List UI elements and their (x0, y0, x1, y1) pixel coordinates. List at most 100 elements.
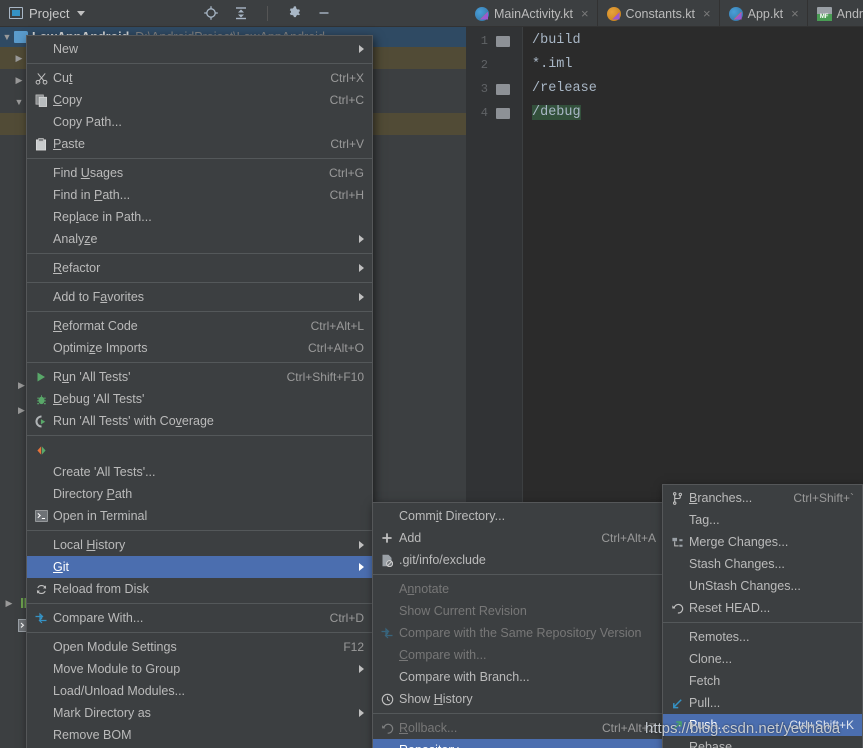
menu-label: Show History (399, 692, 473, 706)
menu-item-rebase[interactable]: Rebase... (663, 736, 862, 748)
menu-item-find-usages[interactable]: Find Usages Ctrl+G (27, 162, 372, 184)
menu-separator (27, 253, 372, 254)
menu-item-add[interactable]: Add Ctrl+Alt+A (373, 527, 664, 549)
menu-item-directory-path[interactable]: Directory Path (27, 483, 372, 505)
menu-item-run-with-coverage[interactable]: Run 'All Tests' with Coverage (27, 410, 372, 432)
editor-tab-constants[interactable]: Constants.kt × (598, 0, 720, 27)
collapse-all-icon[interactable] (233, 5, 249, 21)
menu-item-run-all-tests[interactable]: Run 'All Tests' Ctrl+Shift+F10 (27, 366, 372, 388)
menu-separator (663, 622, 862, 623)
menu-item-show-history[interactable]: Show History (373, 688, 664, 710)
editor-tab-mainactivity[interactable]: MainActivity.kt × (466, 0, 598, 27)
menu-item-open-in-terminal[interactable]: Open in Terminal (27, 505, 372, 527)
menu-item-find-in-path[interactable]: Find in Path... Ctrl+H (27, 184, 372, 206)
copy-icon (29, 92, 53, 108)
menu-item-create-all-tests[interactable] (27, 439, 372, 461)
menu-item-cut[interactable]: Cut Ctrl+X (27, 67, 372, 89)
locate-icon[interactable] (203, 5, 219, 21)
menu-item-compare-with-branch[interactable]: Compare with Branch... (373, 666, 664, 688)
menu-item-tag[interactable]: Tag... (663, 509, 862, 531)
repository-submenu[interactable]: Branches... Ctrl+Shift+` Tag... Merge Ch… (662, 484, 863, 748)
menu-item-move-module-to-group[interactable]: Move Module to Group (27, 658, 372, 680)
menu-item-optimize-imports[interactable]: Optimize Imports Ctrl+Alt+O (27, 337, 372, 359)
menu-accelerator: Ctrl+Alt+L (310, 319, 364, 333)
gutter-line-4: 4 (466, 101, 523, 125)
menu-item-branches[interactable]: Branches... Ctrl+Shift+` (663, 487, 862, 509)
menu-icon-placeholder (29, 727, 53, 743)
menu-item-repository[interactable]: Repository (373, 739, 664, 748)
editor-code[interactable]: /build *.iml /release /debug (532, 29, 597, 125)
code-line-highlighted: /debug (532, 101, 597, 125)
minimize-icon[interactable] (316, 5, 332, 21)
collapsed-arrow-icon[interactable]: ▶ (2, 598, 16, 609)
gutter-line-3: 3 (466, 77, 523, 101)
menu-icon-placeholder (29, 683, 53, 699)
menu-item-copy-path[interactable]: Copy Path... (27, 111, 372, 133)
editor-tab-androidmanifest[interactable]: MF Andr (808, 0, 863, 27)
menu-item-local-history[interactable]: Local History (27, 534, 372, 556)
menu-item-reset-head[interactable]: Reset HEAD... (663, 597, 862, 619)
menu-item-stash-changes[interactable]: Stash Changes... (663, 553, 862, 575)
menu-label: Cut (53, 71, 73, 85)
menu-item-load-unload-modules[interactable]: Load/Unload Modules... (27, 680, 372, 702)
menu-item-commit-directory[interactable]: Commit Directory... (373, 505, 664, 527)
menu-item-refactor[interactable]: Refactor (27, 257, 372, 279)
collapsed-arrow-icon[interactable]: ▶ (12, 53, 26, 64)
close-icon[interactable]: × (791, 6, 799, 21)
menu-icon-placeholder (375, 669, 399, 685)
project-toolwindow-header[interactable]: Project (0, 0, 338, 27)
menu-label: Paste (53, 137, 85, 151)
menu-label: Branches... (689, 491, 753, 505)
menu-item-git-info-exclude[interactable]: .git/info/exclude (373, 549, 664, 571)
toolbar-divider (267, 5, 268, 21)
gear-icon[interactable] (286, 5, 302, 21)
collapsed-arrow-icon[interactable]: ▶ (12, 75, 26, 86)
menu-item-fetch[interactable]: Fetch (663, 670, 862, 692)
menu-item-open-module-settings[interactable]: Open Module Settings F12 (27, 636, 372, 658)
menu-item-unstash-changes[interactable]: UnStash Changes... (663, 575, 862, 597)
menu-label: Find Usages (53, 166, 124, 180)
menu-item-reload-from-disk[interactable]: Reload from Disk (27, 578, 372, 600)
menu-item-remotes[interactable]: Remotes... (663, 626, 862, 648)
menu-accelerator: Ctrl+Shift+F10 (286, 370, 364, 384)
menu-item-clone[interactable]: Clone... (663, 648, 862, 670)
menu-item-replace-in-path[interactable]: Replace in Path... (27, 206, 372, 228)
expanded-arrow-icon[interactable]: ▼ (12, 97, 26, 107)
menu-item-debug-all-tests[interactable]: Debug 'All Tests' (27, 388, 372, 410)
tree-row[interactable]: ▶ (18, 377, 25, 391)
menu-label: Directory Path (53, 487, 133, 501)
expanded-arrow-icon[interactable]: ▼ (0, 32, 14, 42)
collapsed-arrow-icon[interactable]: ▶ (18, 405, 25, 415)
menu-icon-placeholder (29, 639, 53, 655)
editor-tab-app[interactable]: App.kt × (720, 0, 808, 27)
menu-item-pull[interactable]: Pull... (663, 692, 862, 714)
chevron-down-icon[interactable] (77, 10, 86, 16)
close-icon[interactable]: × (703, 6, 711, 21)
menu-label: Add to Favorites (53, 290, 145, 304)
menu-item-reformat-code[interactable]: Reformat Code Ctrl+Alt+L (27, 315, 372, 337)
menu-label: Compare with the Same Repository Version (399, 626, 642, 640)
menu-item-remove-bom[interactable]: Remove BOM (27, 724, 372, 746)
context-menu[interactable]: New Cut Ctrl+X Copy Ctrl+C Copy Path... (26, 35, 373, 748)
kotlin-class-icon (475, 6, 489, 21)
tree-row[interactable]: ▶ (18, 402, 25, 416)
menu-item-compare-with[interactable]: Compare With... Ctrl+D (27, 607, 372, 629)
menu-item-mark-directory-as[interactable]: Mark Directory as (27, 702, 372, 724)
menu-icon-placeholder (29, 486, 53, 502)
menu-label: Copy (53, 93, 83, 107)
menu-item-add-to-favorites[interactable]: Add to Favorites (27, 286, 372, 308)
menu-item-analyze[interactable]: Analyze (27, 228, 372, 250)
menu-item-show-in-explorer[interactable]: Create 'All Tests'... (27, 461, 372, 483)
menu-item-merge-changes[interactable]: Merge Changes... (663, 531, 862, 553)
run-icon (29, 369, 53, 385)
debug-icon (29, 391, 53, 407)
menu-icon-placeholder (665, 739, 689, 748)
collapsed-arrow-icon[interactable]: ▶ (18, 380, 25, 390)
close-icon[interactable]: × (581, 6, 589, 21)
menu-item-paste[interactable]: Paste Ctrl+V (27, 133, 372, 155)
menu-item-git[interactable]: Git (27, 556, 372, 578)
code-line: *.iml (532, 57, 573, 72)
git-submenu[interactable]: Commit Directory... Add Ctrl+Alt+A .git/… (372, 502, 665, 748)
menu-item-copy[interactable]: Copy Ctrl+C (27, 89, 372, 111)
menu-item-new[interactable]: New (27, 38, 372, 60)
